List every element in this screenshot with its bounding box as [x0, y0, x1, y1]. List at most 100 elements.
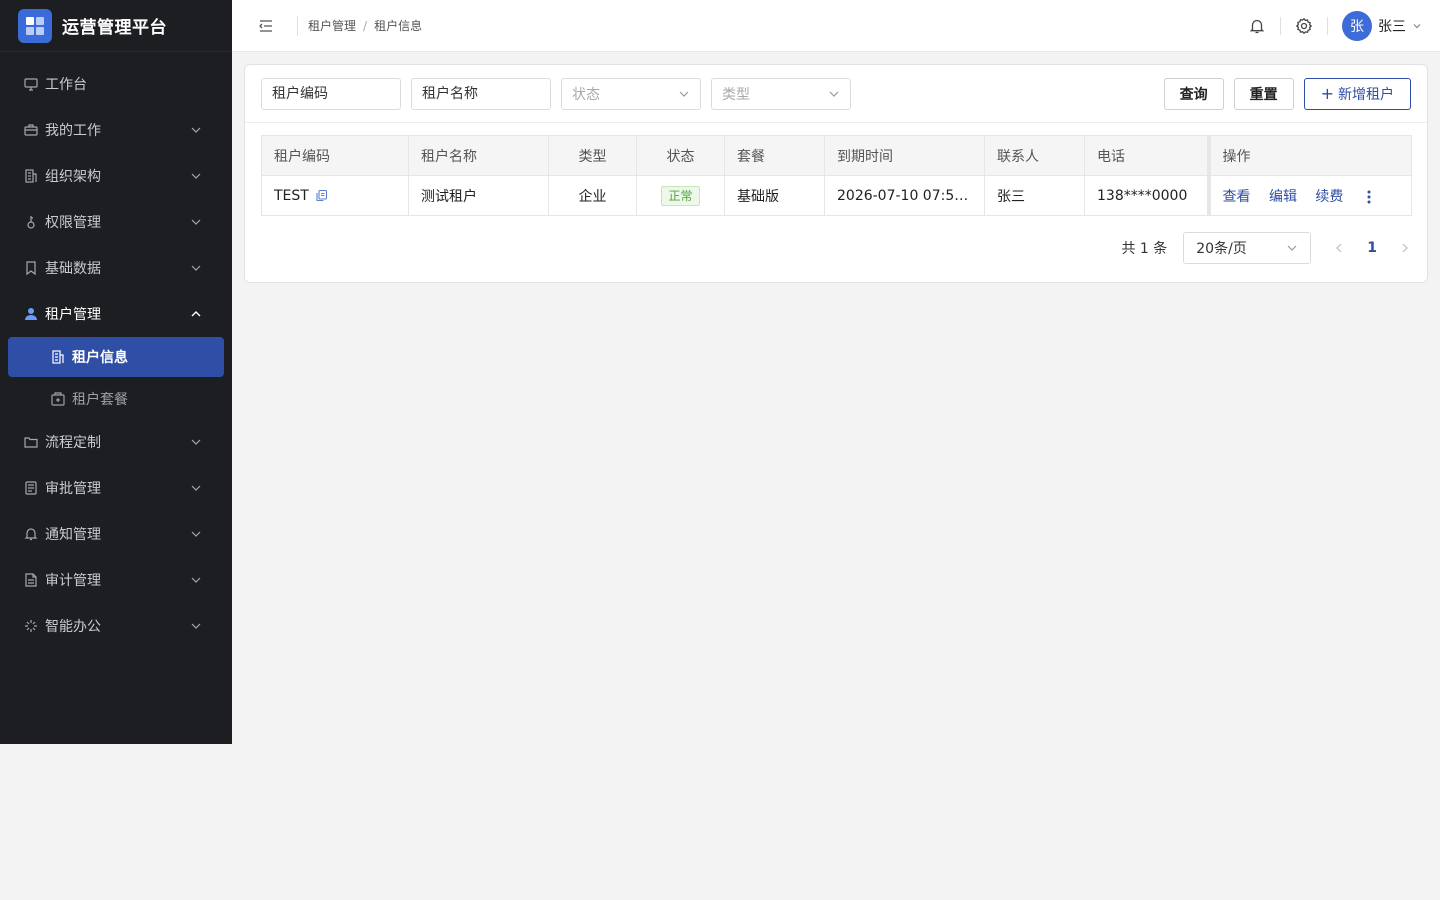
cell-status: 正常: [636, 175, 725, 216]
tenant-table: 租户编码 租户名称 类型 状态 套餐 到期时间 联系人 电话 操作 TEST 测…: [261, 135, 1412, 216]
status-select-placeholder: 状态: [572, 86, 600, 103]
header-actions: 张 张三: [1248, 10, 1440, 41]
add-tenant-label: 新增租户: [1338, 86, 1394, 103]
sidebar-item-label: 通知管理: [45, 527, 101, 543]
page-number[interactable]: 1: [1367, 240, 1377, 256]
sidebar-item-label: 基础数据: [45, 261, 101, 277]
sidebar-item-workbench[interactable]: 工作台: [0, 61, 232, 107]
column-header: 联系人: [984, 135, 1085, 176]
sidebar-item-label: 审计管理: [45, 573, 101, 589]
sidebar-item-label: 工作台: [45, 77, 87, 93]
column-header: 租户名称: [408, 135, 549, 176]
sidebar-item-smart-office[interactable]: 智能办公: [0, 603, 232, 649]
chevron-down-icon: [190, 574, 202, 586]
breadcrumb-item[interactable]: 租户管理: [308, 17, 356, 34]
type-select[interactable]: 类型: [711, 77, 851, 110]
folder-icon: [23, 434, 39, 450]
sidebar-item-label: 智能办公: [45, 619, 101, 635]
query-button[interactable]: 查询: [1163, 77, 1224, 110]
chevron-down-icon: [190, 436, 202, 448]
breadcrumb: 租户管理 / 租户信息: [308, 17, 422, 34]
sidebar-item-tenant-package[interactable]: 租户套餐: [8, 379, 224, 419]
user-name[interactable]: 张三: [1378, 16, 1406, 36]
key-icon: [23, 214, 39, 230]
edit-link[interactable]: 编辑: [1269, 189, 1297, 205]
package-icon: [50, 391, 66, 407]
header-divider: [297, 15, 298, 36]
cell-plan: 基础版: [724, 175, 825, 216]
sidebar-item-workflow[interactable]: 流程定制: [0, 419, 232, 465]
cell-contact: 张三: [984, 175, 1085, 216]
renew-link[interactable]: 续费: [1315, 189, 1343, 205]
gear-icon[interactable]: [1295, 17, 1313, 35]
file-icon: [23, 572, 39, 588]
cell-name: 测试租户: [408, 175, 549, 216]
bell-icon[interactable]: [1248, 17, 1266, 35]
sidebar-item-label: 租户信息: [72, 350, 128, 366]
filter-bar: 状态 类型 查询 重置 + 新增租户: [245, 65, 1427, 123]
sidebar-item-notification[interactable]: 通知管理: [0, 511, 232, 557]
chevron-down-icon: [190, 124, 202, 136]
tenant-code-input[interactable]: [261, 77, 401, 110]
chevron-down-icon: [190, 528, 202, 540]
page-size-value: 20条/页: [1196, 241, 1247, 257]
column-header: 电话: [1084, 135, 1209, 176]
chevron-down-icon: [190, 262, 202, 274]
add-tenant-button[interactable]: + 新增租户: [1303, 77, 1411, 110]
sidebar-item-label: 我的工作: [45, 123, 101, 139]
tenant-table-wrap: 租户编码 租户名称 类型 状态 套餐 到期时间 联系人 电话 操作 TEST 测…: [261, 135, 1412, 216]
column-header: 状态: [636, 135, 725, 176]
sparkle-icon: [23, 618, 39, 634]
top-header: 租户管理 / 租户信息 张 张三: [232, 0, 1440, 52]
tenant-submenu: 租户信息 租户套餐: [0, 337, 232, 419]
status-select[interactable]: 状态: [561, 77, 701, 110]
sidebar-item-tenant[interactable]: 租户管理: [0, 291, 232, 337]
header-divider: [1280, 16, 1281, 35]
breadcrumb-current: 租户信息: [374, 19, 423, 33]
type-select-placeholder: 类型: [722, 86, 750, 103]
cell-code: TEST: [261, 175, 409, 216]
reset-button[interactable]: 重置: [1233, 77, 1294, 110]
sidebar-item-my-work[interactable]: 我的工作: [0, 107, 232, 153]
column-header: 操作: [1206, 135, 1412, 176]
sidebar-item-audit[interactable]: 审计管理: [0, 557, 232, 603]
sidebar-item-approval[interactable]: 审批管理: [0, 465, 232, 511]
view-link[interactable]: 查看: [1223, 189, 1251, 205]
column-header: 租户编码: [261, 135, 409, 176]
next-page-icon[interactable]: [1399, 242, 1411, 254]
table-row: TEST 测试租户 企业 正常 基础版 2026-07-10 07:50... …: [261, 175, 1412, 216]
bookmark-icon: [23, 260, 39, 276]
user-icon: [23, 306, 39, 322]
sidebar-item-label: 组织架构: [45, 169, 101, 185]
chevron-down-icon: [678, 88, 690, 100]
tenant-name-input[interactable]: [411, 77, 551, 110]
copy-icon[interactable]: [315, 189, 328, 202]
sidebar-item-label: 流程定制: [45, 435, 101, 451]
more-vertical-icon[interactable]: [1362, 189, 1376, 205]
sidebar: 运营管理平台 工作台 我的工作 组织架构 权限管理 基础数据 租户管理 租户信息…: [0, 0, 232, 744]
chevron-up-icon: [190, 308, 202, 320]
cell-ops: 查看 编辑 续费: [1206, 175, 1412, 216]
pagination: 共 1 条 20条/页 1: [245, 232, 1411, 264]
total-count: 共 1 条: [1121, 241, 1168, 257]
sidebar-item-base-data[interactable]: 基础数据: [0, 245, 232, 291]
menu-collapse-icon[interactable]: [257, 17, 275, 35]
page-size-select[interactable]: 20条/页: [1183, 232, 1312, 264]
sidebar-item-permission[interactable]: 权限管理: [0, 199, 232, 245]
document-icon: [23, 480, 39, 496]
chevron-down-icon: [1286, 242, 1298, 254]
avatar[interactable]: 张: [1342, 10, 1372, 41]
sidebar-item-org[interactable]: 组织架构: [0, 153, 232, 199]
prev-page-icon[interactable]: [1333, 242, 1345, 254]
chevron-down-icon: [190, 170, 202, 182]
sidebar-item-tenant-info[interactable]: 租户信息: [8, 337, 224, 377]
plus-icon: +: [1320, 83, 1334, 103]
tenant-code: TEST: [274, 187, 309, 204]
cell-expire: 2026-07-10 07:50...: [824, 175, 985, 216]
chevron-down-icon: [828, 88, 840, 100]
table-header-row: 租户编码 租户名称 类型 状态 套餐 到期时间 联系人 电话 操作: [261, 135, 1412, 176]
chevron-down-icon[interactable]: [1412, 21, 1422, 31]
brand-title: 运营管理平台: [62, 18, 167, 38]
bell-icon: [23, 526, 39, 542]
chevron-down-icon: [190, 216, 202, 228]
